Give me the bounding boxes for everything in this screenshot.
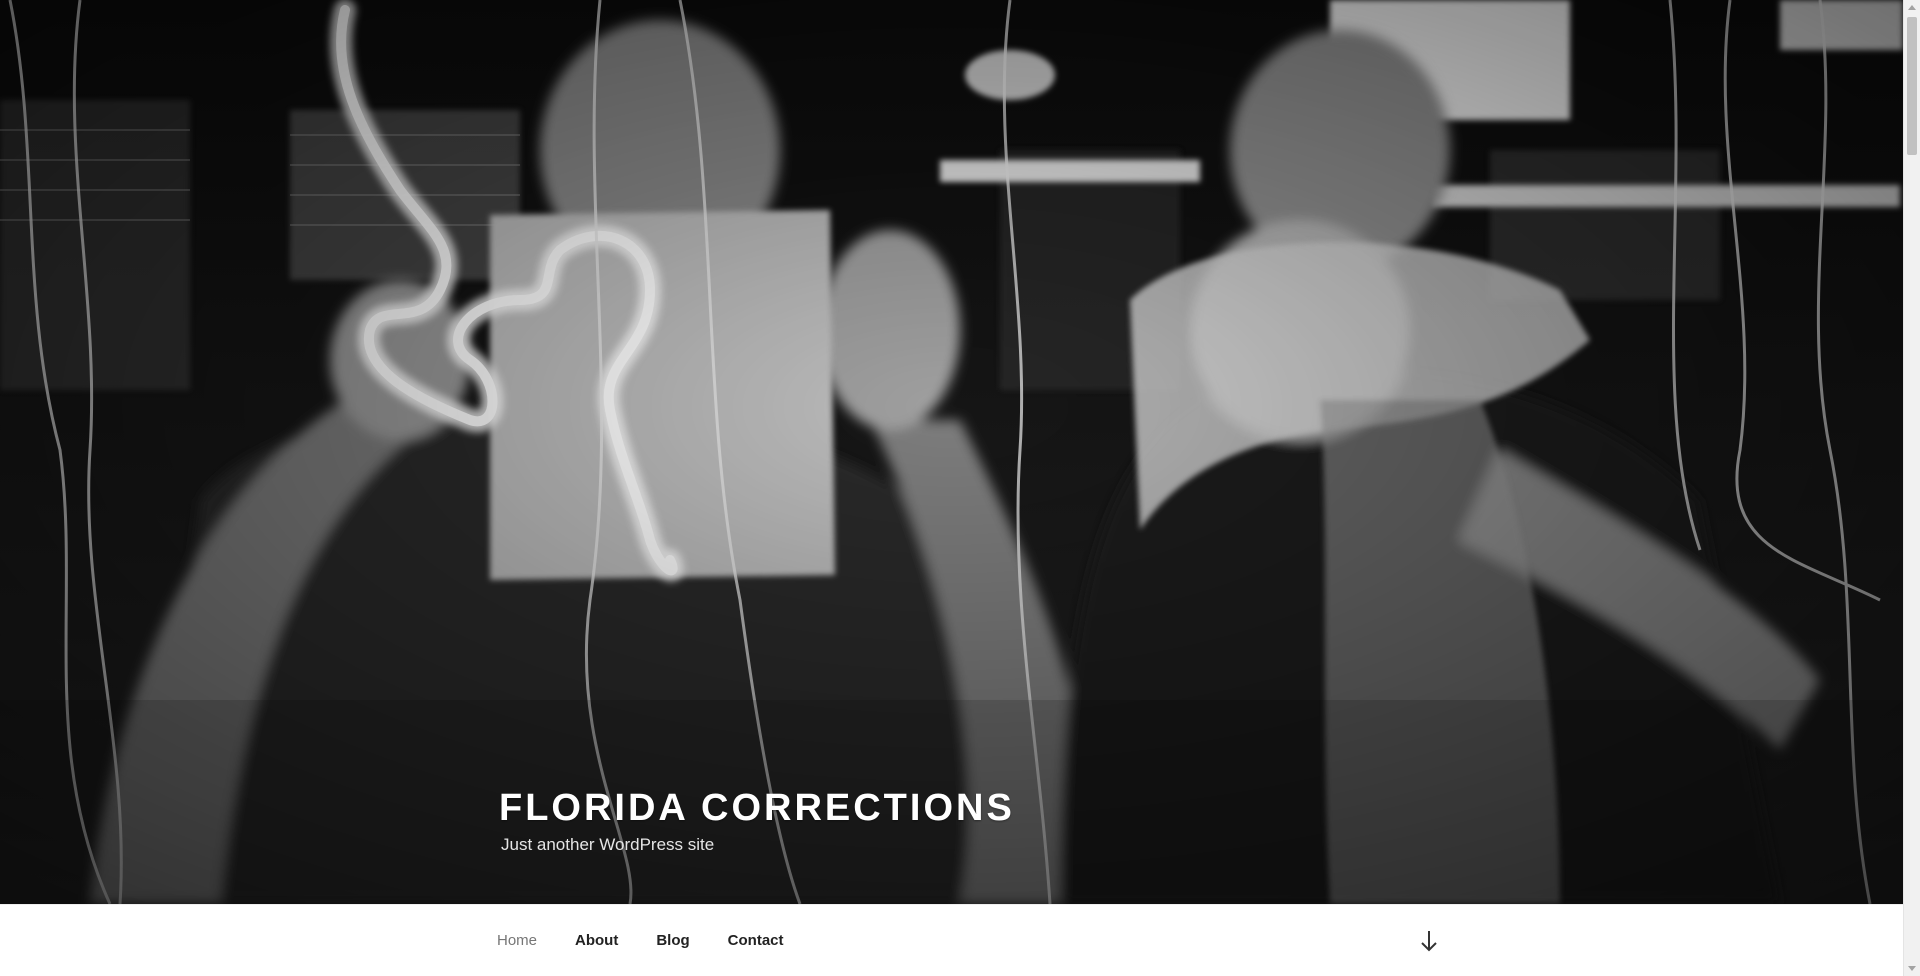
custom-header: FLORIDA CORRECTIONS Just another WordPre… [0,0,1903,904]
vertical-scrollbar[interactable] [1903,0,1920,976]
nav-item-home: Home [478,905,556,976]
nav-menu: Home About Blog Contact [478,905,803,976]
page: FLORIDA CORRECTIONS Just another WordPre… [0,0,1920,976]
nav-item-contact: Contact [709,905,803,976]
scrollbar-thumb[interactable] [1907,17,1917,155]
header-photo [0,0,1903,904]
nav-item-about: About [556,905,637,976]
arrow-down-icon [1421,931,1437,952]
nav-item-blog: Blog [637,905,708,976]
nav-link-home[interactable]: Home [478,905,556,976]
site-title[interactable]: FLORIDA CORRECTIONS [499,784,1015,832]
scroll-up-arrow-icon[interactable] [1908,5,1916,10]
main-navigation: Home About Blog Contact [0,904,1903,976]
nav-link-blog[interactable]: Blog [637,905,708,976]
nav-link-about[interactable]: About [556,905,637,976]
nav-link-contact[interactable]: Contact [709,905,803,976]
site-description: Just another WordPress site [501,835,715,854]
scroll-down-button[interactable] [1416,927,1442,955]
scroll-down-arrow-icon[interactable] [1908,966,1916,971]
site-branding: FLORIDA CORRECTIONS Just another WordPre… [499,784,1015,856]
